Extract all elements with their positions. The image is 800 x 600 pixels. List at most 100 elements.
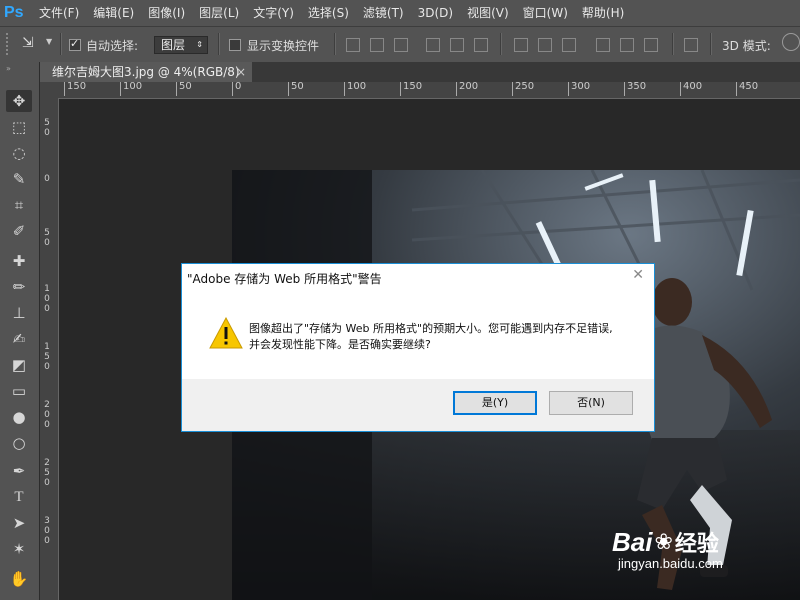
yes-button[interactable]: 是(Y) <box>453 391 537 415</box>
watermark-brand2: 经验 <box>674 531 719 556</box>
ruler-label: 0 <box>44 174 50 184</box>
distribute-hcenter-icon[interactable] <box>620 38 634 52</box>
ruler-label: 1 0 0 <box>44 284 50 314</box>
dropdown-arrows-icon: ⇕ <box>196 40 203 49</box>
menu-image[interactable]: 图像(I) <box>141 0 192 26</box>
watermark-url: jingyan.baidu.com <box>618 556 723 571</box>
close-icon[interactable]: × <box>236 62 246 82</box>
shape-tool-icon[interactable]: ✶ <box>6 538 32 560</box>
align-vcenter-icon[interactable] <box>370 38 384 52</box>
auto-select-checkbox[interactable] <box>69 37 81 51</box>
align-left-icon[interactable] <box>426 38 440 52</box>
pen-tool-icon[interactable]: ✒ <box>6 460 32 482</box>
distribute-right-icon[interactable] <box>644 38 658 52</box>
auto-align-layers-icon[interactable] <box>684 38 698 52</box>
move-tool-icon[interactable]: ⇲ <box>22 35 34 51</box>
horizontal-ruler[interactable]: 150 100 50 0 50 100 150 200 250 300 350 … <box>58 82 800 99</box>
ruler-label: 150 <box>400 82 422 96</box>
paw-icon: ❀ <box>654 529 673 554</box>
quick-select-tool-icon[interactable]: ✎ <box>6 168 32 190</box>
align-hcenter-icon[interactable] <box>450 38 464 52</box>
stamp-tool-icon[interactable]: ⊥ <box>6 302 32 324</box>
ruler-label: 0 <box>232 82 241 96</box>
dialog-message-line2: 并会发现性能下降。是否确实要继续? <box>249 338 431 351</box>
layer-select-dropdown[interactable]: 图层 ⇕ <box>154 36 208 54</box>
type-tool-icon[interactable]: T <box>6 486 32 508</box>
tool-preset-chevron-icon[interactable]: ▼ <box>46 37 52 46</box>
show-transform-checkbox[interactable] <box>229 39 241 51</box>
menu-view[interactable]: 视图(V) <box>460 0 516 26</box>
ruler-corner <box>40 82 58 98</box>
menu-file[interactable]: 文件(F) <box>32 0 86 26</box>
photoshop-logo: Ps <box>4 4 24 21</box>
divider <box>218 33 220 55</box>
ruler-label: 50 <box>176 82 192 96</box>
align-bottom-icon[interactable] <box>394 38 408 52</box>
ruler-label: 250 <box>512 82 534 96</box>
menu-type[interactable]: 文字(Y) <box>246 0 301 26</box>
ruler-label: 350 <box>624 82 646 96</box>
ruler-label: 50 <box>288 82 304 96</box>
menu-layer[interactable]: 图层(L) <box>192 0 246 26</box>
ruler-label: 2 0 0 <box>44 400 50 430</box>
distribute-top-icon[interactable] <box>514 38 528 52</box>
ruler-label: 100 <box>344 82 366 96</box>
gradient-tool-icon[interactable]: ▭ <box>6 380 32 402</box>
ruler-label: 5 0 <box>44 118 50 138</box>
toolbox-collapse-icon[interactable]: » <box>6 64 11 73</box>
divider <box>334 33 336 55</box>
menu-help[interactable]: 帮助(H) <box>575 0 631 26</box>
warning-dialog: "Adobe 存储为 Web 所用格式"警告 ✕ 图像超出了"存储为 Web 所… <box>181 263 655 432</box>
watermark-brand: Bai <box>612 526 653 557</box>
auto-select-label: 自动选择: <box>86 39 139 53</box>
path-select-tool-icon[interactable]: ➤ <box>6 512 32 534</box>
eyedropper-tool-icon[interactable]: ✐ <box>6 220 32 242</box>
distribute-vcenter-icon[interactable] <box>538 38 552 52</box>
eraser-tool-icon[interactable]: ◩ <box>6 354 32 376</box>
menu-3d[interactable]: 3D(D) <box>411 0 460 26</box>
divider <box>672 33 674 55</box>
crop-tool-icon[interactable]: ⌗ <box>6 194 32 216</box>
toolbox: » ✥ ⬚ ◌ ✎ ⌗ ✐ ✚ ✏ ⊥ ✍ ◩ ▭ ● ○ ✒ T ➤ ✶ ✋ <box>0 62 40 600</box>
menu-filter[interactable]: 滤镜(T) <box>356 0 411 26</box>
marquee-tool-icon[interactable]: ⬚ <box>6 116 32 138</box>
dialog-message-line1: 图像超出了"存储为 Web 所用格式"的预期大小。您可能遇到内存不足错误, <box>249 322 613 335</box>
blur-tool-icon[interactable]: ● <box>6 406 32 428</box>
options-grip[interactable] <box>6 33 11 55</box>
ruler-label: 450 <box>736 82 758 96</box>
mode-3d-label: 3D 模式: <box>722 39 771 53</box>
ruler-label: 5 0 <box>44 228 50 248</box>
menu-select[interactable]: 选择(S) <box>301 0 356 26</box>
move-tool-icon[interactable]: ✥ <box>6 90 32 112</box>
options-bar: ⇲ ▼ 自动选择: 图层 ⇕ 显示变换控件 3D 模式: <box>0 26 800 64</box>
healing-brush-tool-icon[interactable]: ✚ <box>6 250 32 272</box>
ruler-label: 100 <box>120 82 142 96</box>
dialog-footer: 是(Y) 否(N) <box>182 379 654 431</box>
3d-orbit-icon[interactable] <box>782 33 800 51</box>
history-brush-tool-icon[interactable]: ✍ <box>6 328 32 350</box>
ruler-label: 150 <box>64 82 86 96</box>
baidu-watermark: Bai ❀ 经验 jingyan.baidu.com <box>612 526 723 572</box>
ruler-label: 300 <box>568 82 590 96</box>
show-transform-label: 显示变换控件 <box>247 39 320 53</box>
close-icon[interactable]: ✕ <box>632 267 644 283</box>
warning-icon <box>209 317 243 349</box>
ruler-label: 200 <box>456 82 478 96</box>
brush-tool-icon[interactable]: ✏ <box>6 276 32 298</box>
menu-edit[interactable]: 编辑(E) <box>86 0 141 26</box>
document-tab[interactable]: 维尔吉姆大图3.jpg @ 4%(RGB/8) × <box>40 62 252 82</box>
dialog-title: "Adobe 存储为 Web 所用格式"警告 <box>187 272 382 286</box>
align-right-icon[interactable] <box>474 38 488 52</box>
menu-window[interactable]: 窗口(W) <box>516 0 575 26</box>
divider <box>60 33 62 55</box>
hand-tool-icon[interactable]: ✋ <box>6 568 32 590</box>
vertical-ruler[interactable]: 5 0 0 5 0 1 0 0 1 5 0 2 0 0 2 5 0 3 0 0 <box>40 98 59 600</box>
distribute-bottom-icon[interactable] <box>562 38 576 52</box>
dodge-tool-icon[interactable]: ○ <box>6 432 32 454</box>
menu-bar: Ps 文件(F) 编辑(E) 图像(I) 图层(L) 文字(Y) 选择(S) 滤… <box>0 0 800 26</box>
distribute-left-icon[interactable] <box>596 38 610 52</box>
no-button[interactable]: 否(N) <box>549 391 633 415</box>
lasso-tool-icon[interactable]: ◌ <box>6 142 32 164</box>
align-top-icon[interactable] <box>346 38 360 52</box>
layer-select-value: 图层 <box>161 38 186 52</box>
